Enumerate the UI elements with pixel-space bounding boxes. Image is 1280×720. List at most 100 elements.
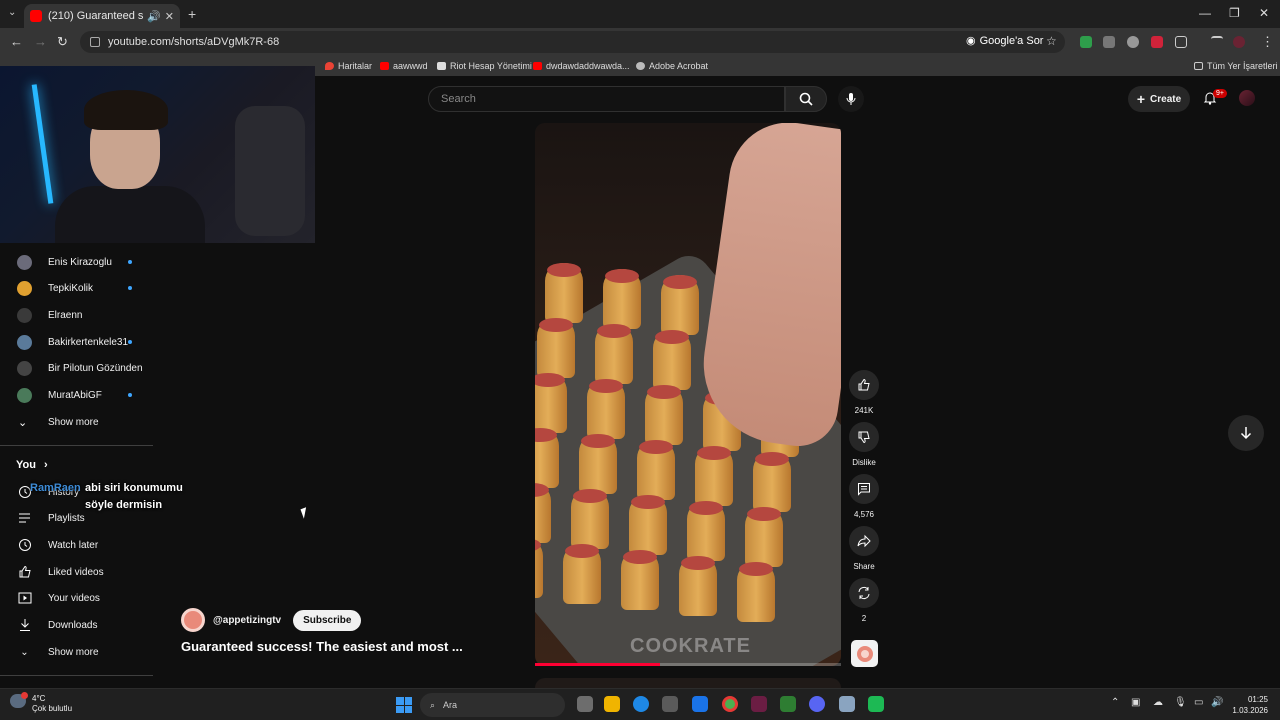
extension-icon[interactable]: [1151, 36, 1163, 48]
channel-handle[interactable]: @appetizingtv: [213, 615, 281, 626]
shorts-video-player[interactable]: COOKRATE: [535, 123, 841, 666]
chrome-icon[interactable]: [722, 696, 738, 712]
neon-light: [31, 84, 54, 204]
pasta-tube: [563, 544, 601, 604]
comments-action[interactable]: 4,576: [849, 474, 879, 519]
reading-list-icon[interactable]: [1211, 36, 1223, 48]
ask-google-button[interactable]: ◉ Google'a Sor: [966, 34, 1043, 48]
subscription-item[interactable]: Bir Pilotun Gözünden: [0, 355, 155, 381]
remix-action[interactable]: 2: [849, 578, 879, 623]
subscription-item[interactable]: TepkiKolik: [0, 275, 155, 301]
edge-icon[interactable]: [633, 696, 649, 712]
profile-icon[interactable]: [1233, 36, 1245, 48]
dislike-button[interactable]: [849, 422, 879, 452]
weather-widget[interactable]: 4°C Çok bulutlu: [10, 692, 72, 714]
pasta-tube: [603, 269, 641, 329]
create-button[interactable]: + Create: [1128, 86, 1190, 112]
search-input[interactable]: Search: [428, 86, 785, 112]
bookmark-item[interactable]: Riot Hesap Yönetimi: [437, 61, 532, 71]
channel-name: MuratAbiGF: [48, 389, 102, 401]
channel-avatar[interactable]: [181, 608, 205, 632]
subscription-item[interactable]: Elraenn: [0, 302, 155, 328]
taskbar-search[interactable]: ⌕ Ara: [420, 693, 565, 717]
mail-icon[interactable]: [692, 696, 708, 712]
channel-avatar: [17, 334, 32, 350]
bookmark-item[interactable]: aawwwd: [380, 61, 428, 71]
subscription-item[interactable]: MuratAbiGF: [0, 382, 155, 408]
display-icon[interactable]: ▭: [1194, 697, 1203, 708]
microphone-icon: [846, 93, 856, 105]
url-field[interactable]: youtube.com/shorts/aDVgMk7R-68: [80, 31, 1065, 53]
extension-icon[interactable]: [1127, 36, 1139, 48]
browser-tab[interactable]: (210) Guaranteed success! T 🔊 ✕: [24, 4, 180, 28]
speaker-icon[interactable]: 🔊: [147, 10, 161, 23]
sidebar-item-liked-videos[interactable]: Liked videos: [0, 559, 155, 585]
extension-icon[interactable]: [1103, 36, 1115, 48]
subscription-item[interactable]: Enis Kirazoglu: [0, 249, 155, 275]
pasta-tube: [695, 446, 733, 506]
you-section-header[interactable]: You ›: [16, 459, 48, 471]
channel-sound-thumbnail[interactable]: [851, 640, 878, 667]
extension-icon[interactable]: [1080, 36, 1092, 48]
all-bookmarks-button[interactable]: Tüm Yer İşaretleri: [1194, 61, 1278, 71]
pasta-tube: [545, 263, 583, 323]
system-clock[interactable]: 01:25 1.03.2026: [1228, 694, 1268, 716]
search-button[interactable]: [785, 86, 827, 112]
subscribe-button[interactable]: Subscribe: [293, 609, 362, 631]
like-button[interactable]: [849, 370, 879, 400]
app-icon[interactable]: [868, 696, 884, 712]
sidebar-item-watch-later[interactable]: Watch later: [0, 532, 155, 558]
app-icon[interactable]: [751, 696, 767, 712]
share-button[interactable]: [849, 526, 879, 556]
comments-button[interactable]: [849, 474, 879, 504]
subscription-item[interactable]: Bakirkertenkele31: [0, 329, 155, 355]
store-icon[interactable]: [662, 696, 678, 712]
video-title[interactable]: Guaranteed success! The easiest and most…: [181, 639, 463, 654]
back-icon[interactable]: ←: [10, 34, 23, 49]
show-more-subscriptions[interactable]: ⌄ Show more: [0, 409, 155, 435]
app-icon[interactable]: [839, 696, 855, 712]
sidebar-item-downloads[interactable]: Downloads: [0, 612, 155, 638]
video-progress-bar[interactable]: [535, 663, 841, 666]
forward-icon[interactable]: →: [34, 34, 47, 49]
site-info-icon[interactable]: [90, 37, 100, 47]
tab-search-icon[interactable]: ⌄: [8, 7, 16, 18]
account-avatar[interactable]: [1239, 90, 1255, 106]
menu-kebab-icon[interactable]: ⋮: [1261, 34, 1274, 50]
app-icon[interactable]: [780, 696, 796, 712]
file-explorer-icon[interactable]: [604, 696, 620, 712]
sidebar-item-your-videos[interactable]: Your videos: [0, 585, 155, 611]
task-view-icon[interactable]: [577, 696, 593, 712]
bookmark-item[interactable]: dwdawdaddwawda...: [533, 61, 630, 71]
tray-chevron-up-icon[interactable]: ⌃: [1111, 697, 1119, 708]
bookmark-item[interactable]: Haritalar: [325, 61, 372, 71]
bookmark-star-icon[interactable]: ☆: [1046, 34, 1057, 48]
bookmark-item[interactable]: Adobe Acrobat: [636, 61, 708, 71]
discord-icon[interactable]: [809, 696, 825, 712]
clock-icon: [17, 538, 32, 553]
all-bookmarks-label: Tüm Yer İşaretleri: [1207, 61, 1278, 71]
stream-chat-message: RamRaen abi siri konumumu söyle dermisin: [30, 480, 183, 511]
remix-button[interactable]: [849, 578, 879, 608]
close-window-icon[interactable]: ✕: [1259, 6, 1269, 20]
share-action[interactable]: Share: [849, 526, 879, 571]
comment-icon: [858, 483, 870, 496]
pasta-tube: [579, 434, 617, 494]
tray-app-icon[interactable]: ▣: [1131, 697, 1140, 708]
restore-icon[interactable]: ❐: [1229, 6, 1240, 20]
new-tab-icon[interactable]: +: [188, 6, 196, 22]
start-button-icon[interactable]: [396, 697, 412, 713]
dislike-action[interactable]: Dislike: [849, 422, 879, 467]
reload-icon[interactable]: ↻: [57, 34, 68, 50]
close-tab-icon[interactable]: ✕: [165, 10, 174, 23]
onedrive-icon[interactable]: ☁: [1153, 697, 1163, 708]
extensions-puzzle-icon[interactable]: [1175, 36, 1187, 48]
show-more-library[interactable]: ⌄ Show more: [0, 639, 155, 665]
like-action[interactable]: 241K: [849, 370, 879, 415]
minimize-icon[interactable]: —: [1199, 6, 1211, 20]
microphone-icon[interactable]: 🎙: [1174, 697, 1187, 708]
volume-icon[interactable]: 🔊: [1211, 697, 1223, 708]
voice-search-button[interactable]: [838, 86, 864, 112]
pasta-tube: [745, 507, 783, 567]
next-short-button[interactable]: [1228, 415, 1264, 451]
